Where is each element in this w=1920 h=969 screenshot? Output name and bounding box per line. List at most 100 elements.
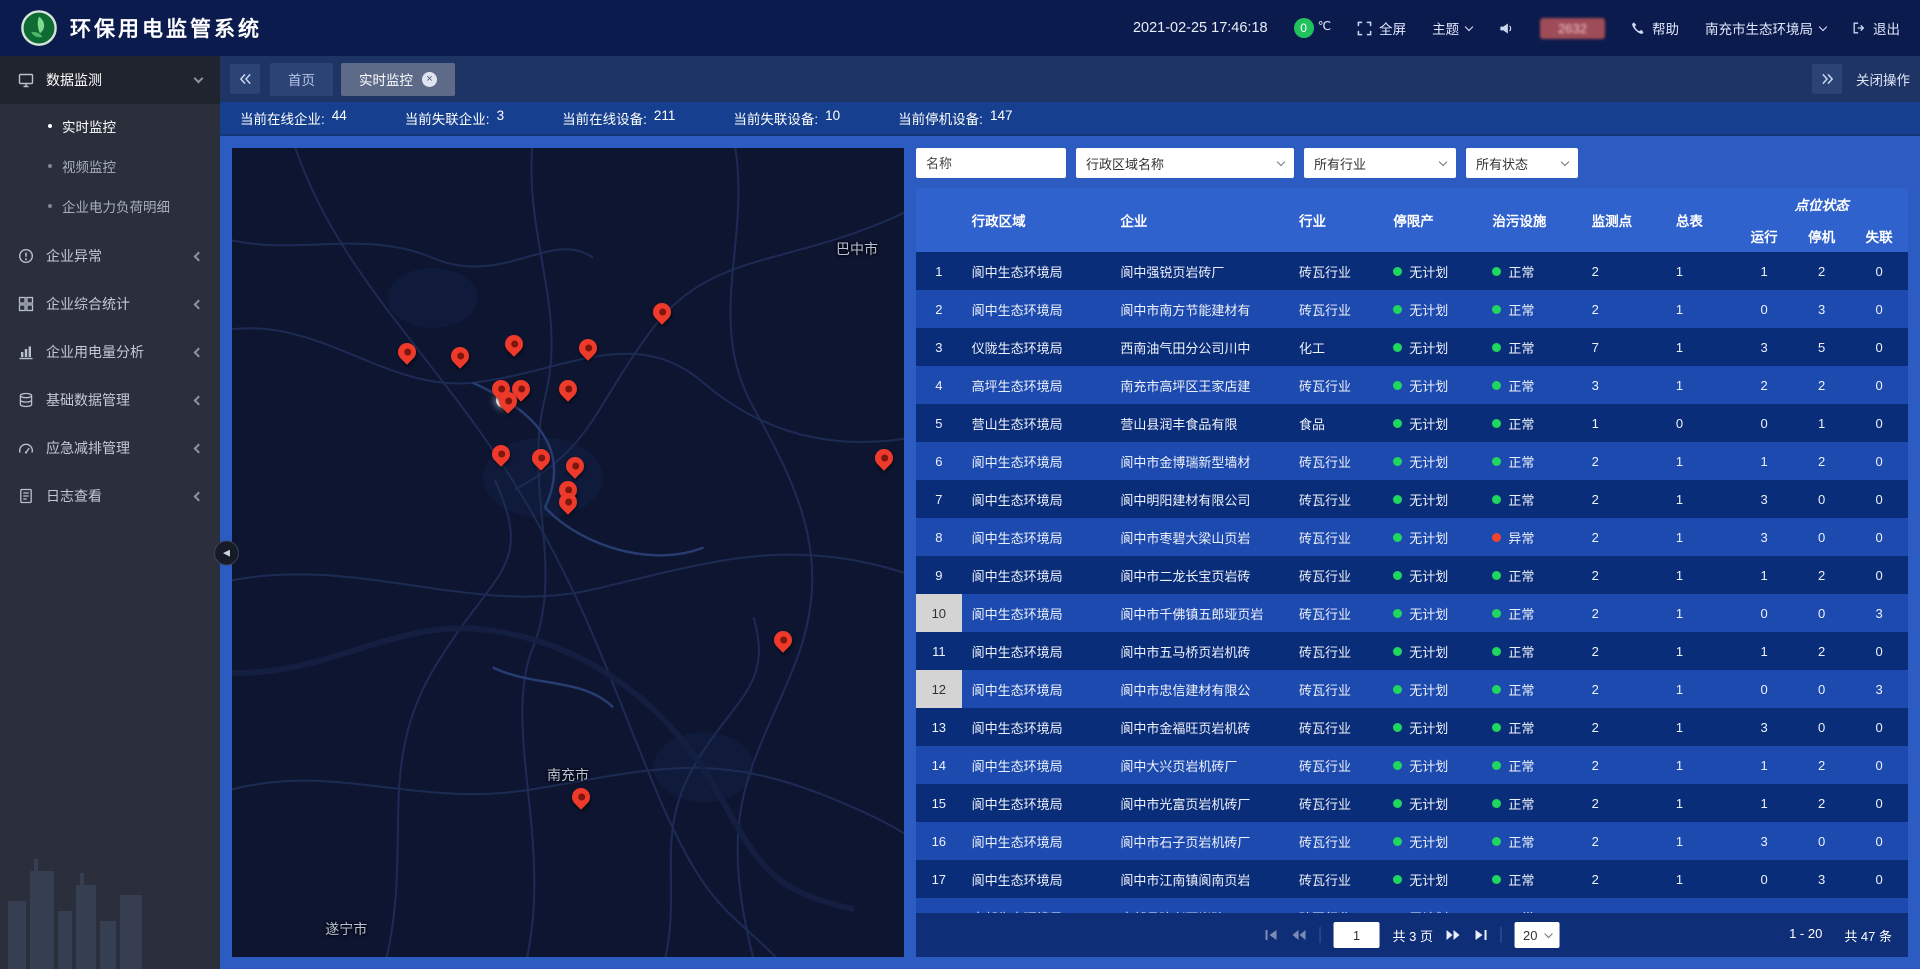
page-number-input[interactable] bbox=[1334, 922, 1380, 948]
cell-region: 阆中生态环境局 bbox=[962, 518, 1111, 556]
enterprise-panel: 行政区域名称 所有行业 所有状态 bbox=[916, 148, 1908, 957]
cell-running: 1 bbox=[1735, 442, 1793, 480]
cell-company: 营山县润丰食品有限 bbox=[1110, 404, 1289, 442]
close-operations-button[interactable]: 关闭操作 bbox=[1856, 69, 1910, 89]
tab-home[interactable]: 首页 bbox=[270, 63, 333, 96]
table-row[interactable]: 8阆中生态环境局阆中市枣碧大梁山页岩砖瓦行业无计划异常21300 bbox=[916, 518, 1908, 556]
sidebar-group-label: 企业异常 bbox=[46, 246, 102, 266]
org-dropdown[interactable]: 南充市生态环境局 bbox=[1705, 18, 1826, 38]
cell-pollution-facility: 正常 bbox=[1482, 822, 1581, 860]
table-row[interactable]: 10阆中生态环境局阆中市千佛镇五郎垭页岩砖瓦行业无计划正常21003 bbox=[916, 594, 1908, 632]
sidebar-group-data-monitoring[interactable]: 数据监测 bbox=[0, 56, 220, 104]
next-page-button[interactable] bbox=[1446, 929, 1461, 941]
sidebar-group-label: 企业用电量分析 bbox=[46, 342, 144, 362]
cell-running: 0 bbox=[1735, 898, 1793, 913]
sidebar-item-realtime-monitor[interactable]: 实时监控 bbox=[0, 106, 220, 146]
theme-dropdown[interactable]: 主题 bbox=[1432, 18, 1472, 38]
cell-pollution-facility: 正常 bbox=[1482, 366, 1581, 404]
cell-limit-production: 无计划 bbox=[1383, 252, 1482, 290]
tab-realtime-monitor[interactable]: 实时监控× bbox=[341, 63, 455, 96]
cell-running: 3 bbox=[1735, 822, 1793, 860]
sidebar-group-enterprise-statistics[interactable]: 企业综合统计 bbox=[0, 280, 220, 328]
tab-label: 首页 bbox=[288, 69, 315, 89]
table-row[interactable]: 9阆中生态环境局阆中市二龙长宝页岩砖砖瓦行业无计划正常21120 bbox=[916, 556, 1908, 594]
cell-pollution-facility: 正常 bbox=[1482, 632, 1581, 670]
cell-lost: 0 bbox=[1850, 860, 1908, 898]
col-header-lost: 失联 bbox=[1850, 220, 1908, 252]
app-logo-icon bbox=[20, 9, 58, 47]
page-size-select[interactable]: 20 bbox=[1515, 922, 1559, 948]
status-dot-green bbox=[1492, 571, 1501, 580]
cell-total-meter: 1 bbox=[1666, 556, 1735, 594]
sidebar-group-log-view[interactable]: 日志查看 bbox=[0, 472, 220, 520]
table-row[interactable]: 17阆中生态环境局阆中市江南镇阆南页岩砖瓦行业无计划正常21030 bbox=[916, 860, 1908, 898]
scroll-tabs-left-button[interactable] bbox=[230, 64, 260, 94]
table-row[interactable]: 18南部生态环境局南部县建兴页岩砖厂砖瓦行业无计划正常21030 bbox=[916, 898, 1908, 913]
cell-company: 阆中市五马桥页岩机砖 bbox=[1110, 632, 1289, 670]
last-page-button[interactable] bbox=[1474, 929, 1488, 941]
close-tab-icon[interactable]: × bbox=[422, 72, 437, 87]
cell-stopped: 3 bbox=[1793, 860, 1851, 898]
table-row[interactable]: 1阆中生态环境局阆中强锐页岩砖厂砖瓦行业无计划正常21120 bbox=[916, 252, 1908, 290]
industry-filter-select[interactable]: 所有行业 bbox=[1304, 148, 1456, 178]
region-filter-select[interactable]: 行政区域名称 bbox=[1076, 148, 1294, 178]
cell-stopped: 2 bbox=[1793, 366, 1851, 404]
temperature-badge: 0 bbox=[1294, 18, 1314, 38]
status-dot-green bbox=[1393, 685, 1402, 694]
table-row[interactable]: 3仪陇生态环境局西南油气田分公司川中化工无计划正常71350 bbox=[916, 328, 1908, 366]
table-row[interactable]: 11阆中生态环境局阆中市五马桥页岩机砖砖瓦行业无计划正常21120 bbox=[916, 632, 1908, 670]
gauge-icon bbox=[18, 440, 34, 456]
announcement-button[interactable] bbox=[1498, 21, 1514, 36]
status-dot-green bbox=[1492, 761, 1501, 770]
name-filter-input[interactable] bbox=[916, 148, 1066, 178]
sidebar-item-video-monitor[interactable]: 视频监控 bbox=[0, 146, 220, 186]
sidebar-group-enterprise-power-analysis[interactable]: 企业用电量分析 bbox=[0, 328, 220, 376]
map-collapse-button[interactable]: ◀ bbox=[214, 540, 239, 565]
table-row[interactable]: 6阆中生态环境局阆中市金博瑞新型墙材砖瓦行业无计划正常21120 bbox=[916, 442, 1908, 480]
cell-industry: 砖瓦行业 bbox=[1289, 480, 1383, 518]
status-filter-select[interactable]: 所有状态 bbox=[1466, 148, 1578, 178]
sidebar-item-enterprise-power-load-detail[interactable]: 企业电力负荷明细 bbox=[0, 186, 220, 226]
table-row[interactable]: 15阆中生态环境局阆中市光富页岩机砖厂砖瓦行业无计划正常21120 bbox=[916, 784, 1908, 822]
header-toolbar: 2021-02-25 17:46:18 0 ℃ 全屏 主题 2632 帮助 bbox=[1133, 18, 1900, 39]
cell-pollution-facility: 正常 bbox=[1482, 708, 1581, 746]
cell-total-meter: 1 bbox=[1666, 442, 1735, 480]
map-roads bbox=[232, 148, 904, 957]
cell-running: 3 bbox=[1735, 480, 1793, 518]
map[interactable]: 巴中市南充市遂宁市 ◀ bbox=[232, 148, 904, 957]
col-header-limit-production: 停限产 bbox=[1383, 188, 1482, 252]
cell-industry: 砖瓦行业 bbox=[1289, 860, 1383, 898]
cell-stopped: 0 bbox=[1793, 594, 1851, 632]
sidebar-group-enterprise-abnormal[interactable]: 企业异常 bbox=[0, 232, 220, 280]
scroll-tabs-right-button[interactable] bbox=[1812, 64, 1842, 94]
cell-lost: 0 bbox=[1850, 328, 1908, 366]
cell-industry: 砖瓦行业 bbox=[1289, 632, 1383, 670]
cell-stopped: 2 bbox=[1793, 632, 1851, 670]
fullscreen-button[interactable]: 全屏 bbox=[1357, 18, 1406, 38]
cell-total-meter: 1 bbox=[1666, 480, 1735, 518]
sidebar-group-emergency-reduction[interactable]: 应急减排管理 bbox=[0, 424, 220, 472]
pagination-controls: 共 3 页 20 bbox=[1265, 922, 1560, 948]
cell-lost: 0 bbox=[1850, 366, 1908, 404]
sidebar-group-basic-data-management[interactable]: 基础数据管理 bbox=[0, 376, 220, 424]
first-page-button[interactable] bbox=[1265, 929, 1279, 941]
table-row[interactable]: 5营山生态环境局营山县润丰食品有限食品无计划正常10010 bbox=[916, 404, 1908, 442]
help-button[interactable]: 帮助 bbox=[1631, 18, 1679, 38]
status-dot-green bbox=[1492, 647, 1501, 656]
logout-button[interactable]: 退出 bbox=[1852, 18, 1900, 38]
cell-company: 南部县建兴页岩砖厂 bbox=[1110, 898, 1289, 913]
cell-limit-production: 无计划 bbox=[1383, 556, 1482, 594]
cell-limit-production: 无计划 bbox=[1383, 822, 1482, 860]
cell-limit-production: 无计划 bbox=[1383, 594, 1482, 632]
table-row[interactable]: 14阆中生态环境局阆中大兴页岩机砖厂砖瓦行业无计划正常21120 bbox=[916, 746, 1908, 784]
table-row[interactable]: 2阆中生态环境局阆中市南方节能建材有砖瓦行业无计划正常21030 bbox=[916, 290, 1908, 328]
table-row[interactable]: 4高坪生态环境局南充市高坪区王家店建砖瓦行业无计划正常31220 bbox=[916, 366, 1908, 404]
table-row[interactable]: 12阆中生态环境局阆中市忠信建材有限公砖瓦行业无计划正常21003 bbox=[916, 670, 1908, 708]
status-dot-green bbox=[1393, 533, 1402, 542]
prev-page-button[interactable] bbox=[1292, 929, 1307, 941]
cell-company: 阆中市光富页岩机砖厂 bbox=[1110, 784, 1289, 822]
table-row[interactable]: 7阆中生态环境局阆中明阳建材有限公司砖瓦行业无计划正常21300 bbox=[916, 480, 1908, 518]
cell-pollution-facility: 正常 bbox=[1482, 670, 1581, 708]
table-row[interactable]: 13阆中生态环境局阆中市金福旺页岩机砖砖瓦行业无计划正常21300 bbox=[916, 708, 1908, 746]
table-row[interactable]: 16阆中生态环境局阆中市石子页岩机砖厂砖瓦行业无计划正常21300 bbox=[916, 822, 1908, 860]
